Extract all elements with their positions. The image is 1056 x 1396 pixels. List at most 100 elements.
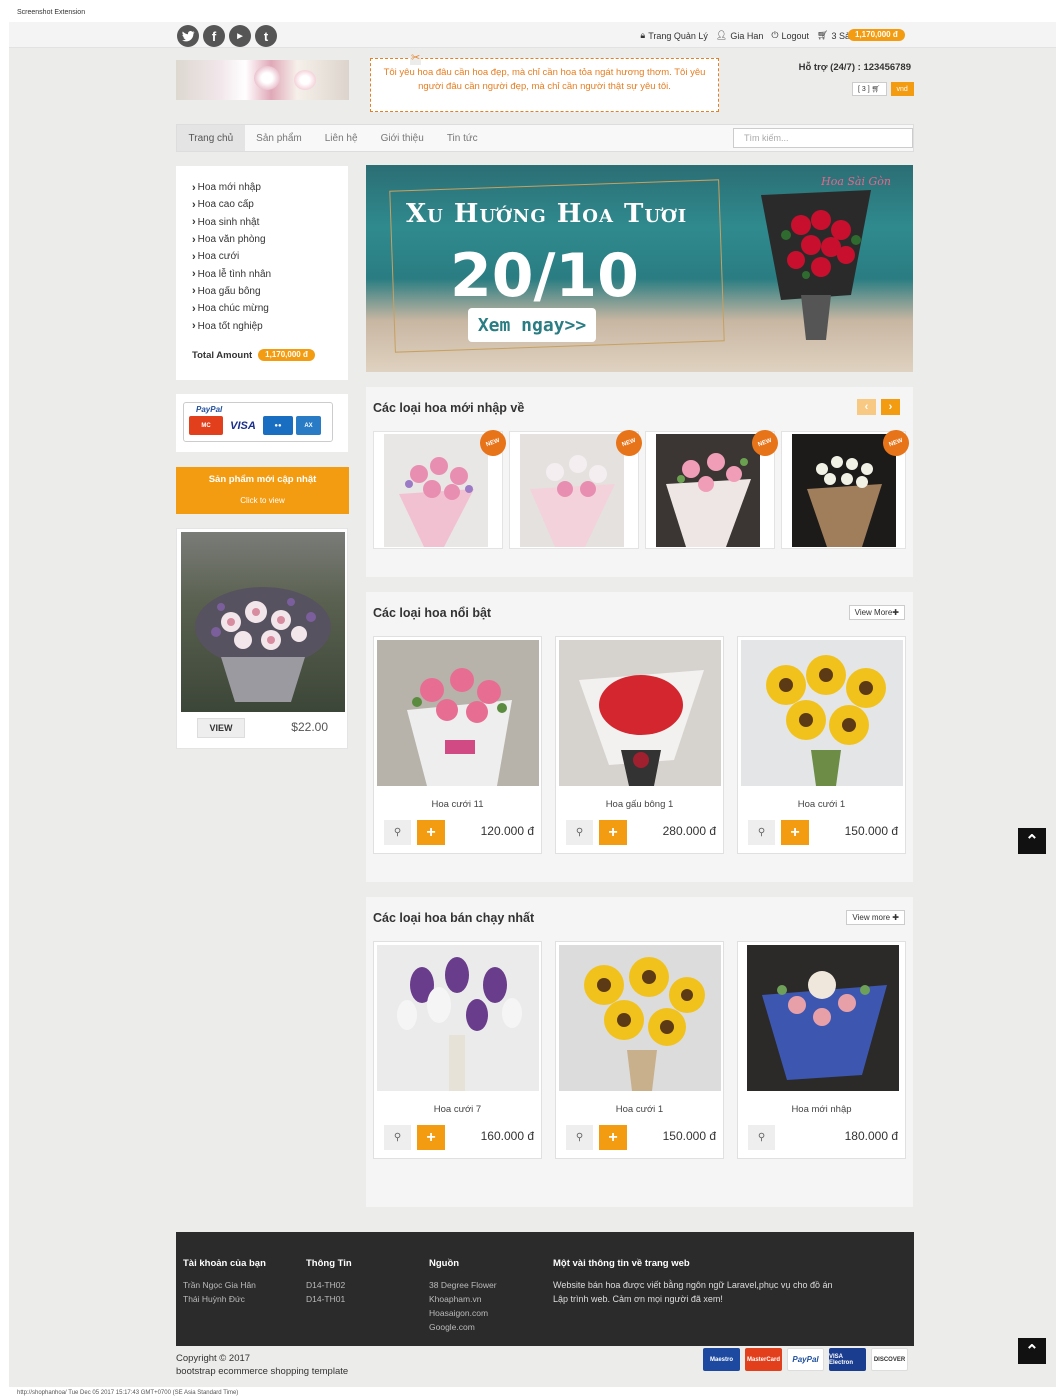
- product-card: Hoa cưới 1 ⚲ + 150.000 đ: [737, 636, 906, 854]
- chevron-right-icon: ›: [192, 250, 196, 263]
- carousel-next-button[interactable]: ›: [881, 399, 900, 415]
- product-image[interactable]: [377, 640, 539, 786]
- footer-link[interactable]: D14-TH02: [306, 1278, 352, 1292]
- product-price: 280.000 đ: [662, 824, 716, 838]
- add-to-cart-button[interactable]: +: [599, 1125, 627, 1150]
- logo-image[interactable]: [176, 60, 349, 100]
- new-product-thumb[interactable]: NEW: [373, 426, 510, 549]
- paypal-logo: PayPal: [787, 1348, 824, 1371]
- nav-item-news[interactable]: Tin tức: [435, 125, 489, 151]
- section-title: Các loại hoa mới nhập về: [373, 401, 525, 415]
- category-label: Hoa tốt nghiệp: [197, 320, 263, 332]
- category-label: Hoa cưới: [197, 251, 240, 263]
- visa-icon: VISA: [226, 416, 260, 435]
- category-label: Hoa văn phòng: [197, 234, 266, 246]
- category-item[interactable]: › Hoa gấu bông: [192, 283, 348, 300]
- footer-col-info: Thông Tin D14-TH02 D14-TH01: [306, 1258, 352, 1306]
- view-more-button[interactable]: View more ✚: [846, 910, 905, 925]
- add-to-cart-button[interactable]: +: [599, 820, 627, 845]
- new-product-thumb[interactable]: NEW: [509, 426, 646, 549]
- youtube-icon[interactable]: ▶: [229, 25, 251, 47]
- zoom-icon[interactable]: ⚲: [384, 1125, 411, 1150]
- footer-payment-logos: Maestro MasterCard PayPal VISA Electron …: [703, 1348, 908, 1371]
- scroll-to-top-button[interactable]: ⌃: [1018, 828, 1046, 854]
- category-item[interactable]: › Hoa văn phòng: [192, 231, 348, 248]
- hero-banner[interactable]: Xu Hướng Hoa Tươi 20/10 Xem ngay>> Hoa S…: [366, 165, 913, 372]
- product-image[interactable]: [741, 640, 903, 786]
- support-hotline: Hỗ trợ (24/7) : 123456789: [798, 62, 911, 73]
- product-image: [520, 434, 624, 547]
- footer-text: Website bán hoa được viết bằng ngôn ngữ …: [553, 1280, 833, 1290]
- page: f ▶ t 🔒︎ Trang Quản Lý 👤︎ Gia Han ⏻ Logout …: [9, 22, 1056, 1387]
- product-image[interactable]: [559, 640, 721, 786]
- cart-total-badge[interactable]: 1,170,000 đ: [848, 29, 905, 41]
- product-name: Hoa cưới 11: [431, 799, 484, 810]
- banner-cta-button[interactable]: Xem ngay>>: [468, 308, 596, 342]
- nav-item-products[interactable]: Sản phẩm: [245, 125, 314, 151]
- category-item[interactable]: › Hoa cao cấp: [192, 196, 348, 213]
- footer-link[interactable]: Khoapham.vn: [429, 1292, 497, 1306]
- category-item[interactable]: › Hoa tốt nghiệp: [192, 317, 348, 334]
- footer-link[interactable]: D14-TH01: [306, 1292, 352, 1306]
- scroll-to-top-button[interactable]: ⌃: [1018, 1338, 1046, 1364]
- lock-icon: 🔒︎: [640, 30, 646, 40]
- footer-link[interactable]: Trần Ngọc Gia Hân: [183, 1278, 266, 1292]
- category-item[interactable]: › Hoa chúc mừng: [192, 300, 348, 317]
- product-price: 160.000 đ: [480, 1129, 534, 1143]
- view-more-label: View more: [852, 913, 891, 922]
- footer-link[interactable]: Hoasaigon.com: [429, 1306, 497, 1320]
- cart-icon: 🛒︎: [871, 86, 881, 93]
- new-product-thumb[interactable]: NEW: [781, 426, 913, 549]
- product-card: Hoa mới nhập ⚲ 180.000 đ: [737, 941, 906, 1159]
- admin-link[interactable]: 🔒︎ Trang Quản Lý: [640, 30, 708, 41]
- nav-item-about[interactable]: Giới thiệu: [369, 125, 435, 151]
- add-to-cart-button[interactable]: +: [781, 820, 809, 845]
- featured-section: Các loại hoa nổi bật View More✚ Hoa cưới…: [366, 592, 913, 882]
- zoom-icon[interactable]: ⚲: [748, 820, 775, 845]
- total-amount-badge: 1,170,000 đ: [258, 349, 315, 361]
- template-credit: bootstrap ecommerce shopping template: [176, 1366, 349, 1377]
- currency-button[interactable]: vnd: [890, 82, 914, 96]
- maestro-icon: ●●: [263, 416, 293, 435]
- twitter-icon[interactable]: [177, 25, 199, 47]
- chevron-right-icon: ›: [192, 285, 196, 298]
- category-item[interactable]: › Hoa lễ tình nhân: [192, 265, 348, 282]
- view-more-button[interactable]: View More✚: [848, 605, 905, 620]
- user-link[interactable]: 👤︎ Gia Han: [716, 30, 763, 41]
- product-image[interactable]: [559, 945, 721, 1091]
- view-more-label: View More: [854, 608, 893, 617]
- zoom-icon[interactable]: ⚲: [748, 1125, 775, 1150]
- search-input[interactable]: Tìm kiếm...: [733, 128, 913, 148]
- footer-link[interactable]: Google.com: [429, 1320, 497, 1334]
- nav-item-home[interactable]: Trang chủ: [177, 125, 245, 151]
- footer-link[interactable]: 38 Degree Flower: [429, 1278, 497, 1292]
- facebook-icon[interactable]: f: [203, 25, 225, 47]
- category-item[interactable]: › Hoa sinh nhật: [192, 214, 348, 231]
- nav-item-contact[interactable]: Liên hệ: [313, 125, 369, 151]
- product-image[interactable]: [747, 945, 899, 1091]
- add-to-cart-button[interactable]: +: [417, 1125, 445, 1150]
- total-amount-row: Total Amount 1,170,000 đ: [192, 349, 315, 361]
- logout-link[interactable]: ⏻ Logout: [771, 30, 809, 41]
- quote-box: ✂ Tôi yêu hoa đâu cần hoa đẹp, mà chỉ cầ…: [370, 51, 719, 112]
- mastercard-logo: MasterCard: [745, 1348, 782, 1371]
- cart-count-button[interactable]: [ 3 ] 🛒︎: [852, 82, 887, 96]
- view-button[interactable]: VIEW: [197, 718, 245, 738]
- tumblr-icon[interactable]: t: [255, 25, 277, 47]
- zoom-icon[interactable]: ⚲: [566, 1125, 593, 1150]
- product-image[interactable]: [377, 945, 539, 1091]
- user-link-label: Gia Han: [730, 30, 764, 41]
- new-product-thumb[interactable]: NEW: [645, 426, 782, 549]
- zoom-icon[interactable]: ⚲: [384, 820, 411, 845]
- featured-product-image[interactable]: [181, 532, 345, 712]
- carousel-prev-button[interactable]: ‹: [857, 399, 876, 415]
- footer-link[interactable]: Thái Huỳnh Đức: [183, 1292, 266, 1306]
- product-name: Hoa cưới 1: [615, 1104, 664, 1115]
- product-image: [656, 434, 760, 547]
- category-item[interactable]: › Hoa cưới: [192, 248, 348, 265]
- category-item[interactable]: › Hoa mới nhập: [192, 179, 348, 196]
- new-products-button[interactable]: Sản phẩm mới cập nhật Click to view: [176, 467, 349, 514]
- main-nav: Trang chủ Sản phẩm Liên hệ Giới thiệu Ti…: [176, 124, 914, 152]
- add-to-cart-button[interactable]: +: [417, 820, 445, 845]
- zoom-icon[interactable]: ⚲: [566, 820, 593, 845]
